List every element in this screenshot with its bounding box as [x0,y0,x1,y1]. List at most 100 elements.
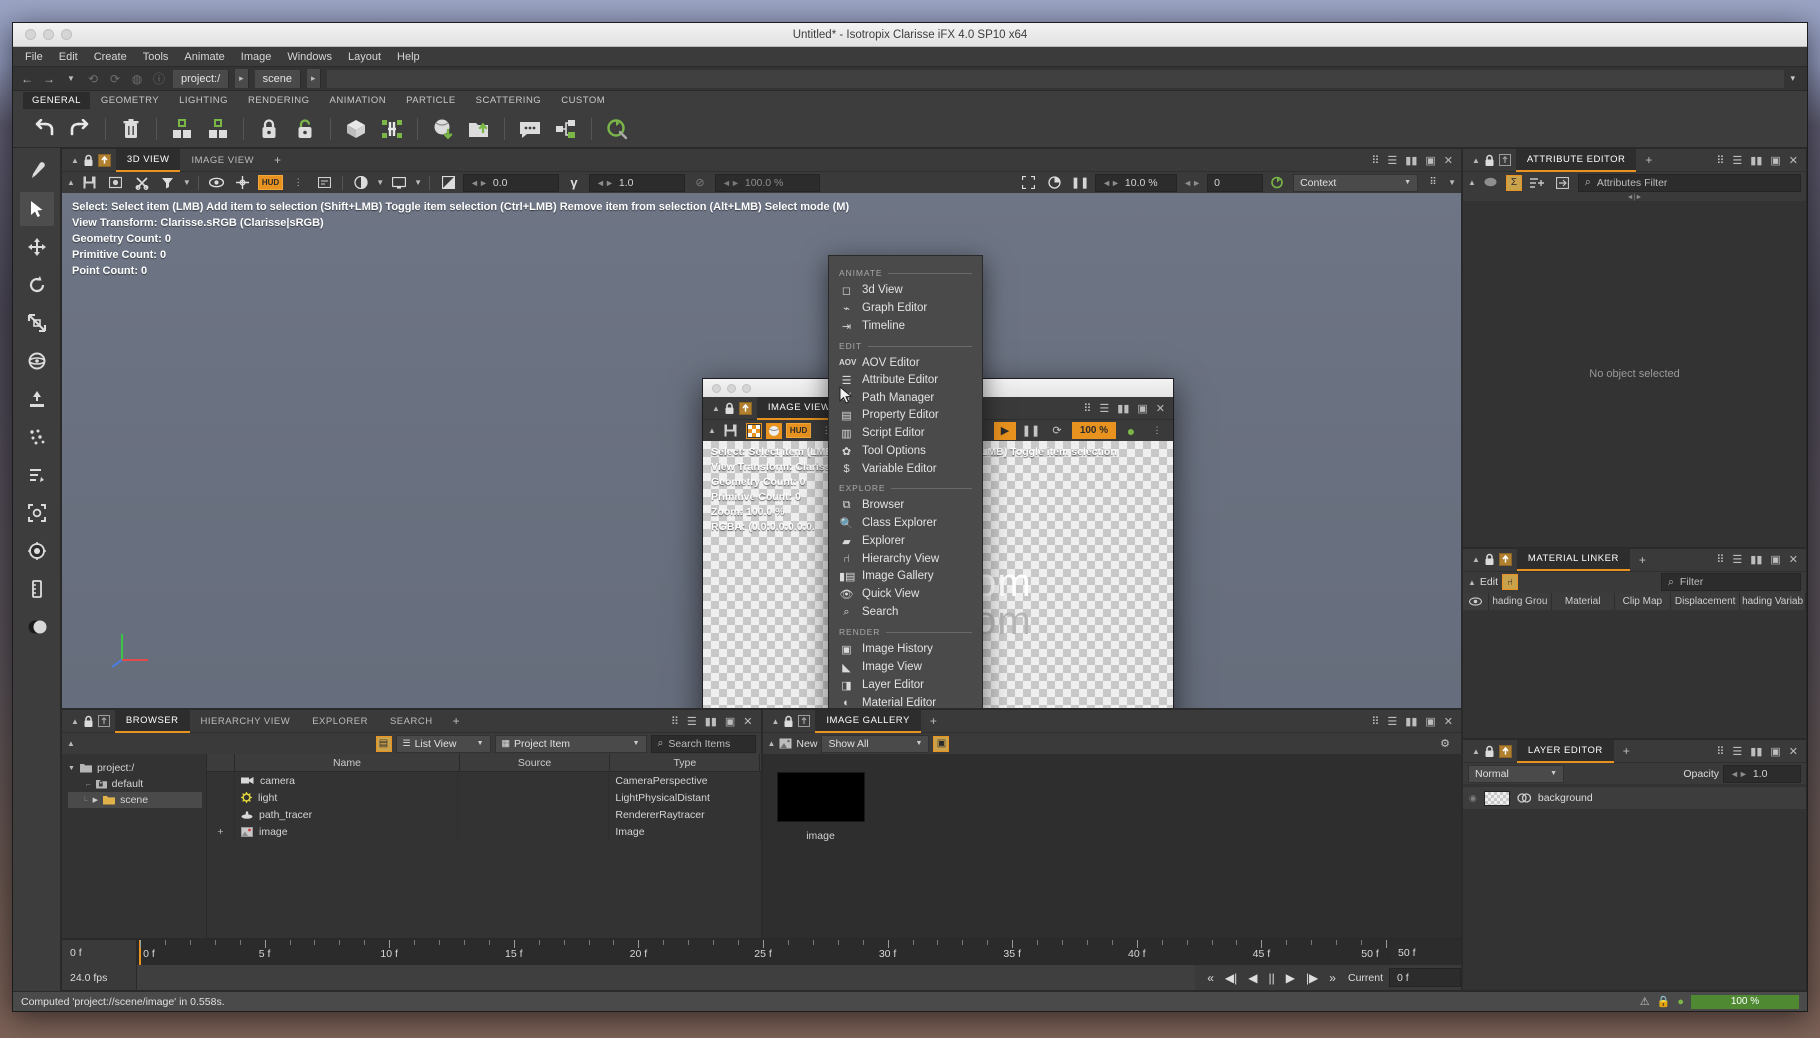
menu-animate[interactable]: Animate [184,51,224,63]
close-panel-icon[interactable]: ✕ [1156,402,1165,415]
lock-icon[interactable] [724,402,735,415]
float-panel-icon[interactable] [1498,154,1511,166]
menu-item-hierarchy-view[interactable]: ⑁ Hierarchy View [829,550,982,567]
maximize-panel-icon[interactable]: ▣ [1425,154,1435,167]
project-tree[interactable]: ▼ project:/ ⌐ default └ ▶ scene [62,754,207,938]
checker-toggle-icon[interactable] [745,422,762,439]
float-toolbar-collapse-icon[interactable]: ▲ [708,426,716,435]
menu-item-layer-editor[interactable]: ◨ Layer Editor [829,676,982,694]
shelf-tab-general[interactable]: GENERAL [23,92,90,109]
play-button[interactable]: ▶ [1286,971,1295,985]
ml-toolbar-collapse-icon[interactable]: ▲ [1468,578,1476,587]
rotate-icon[interactable] [20,268,54,302]
zoom-lock-icon[interactable]: ⊘ [689,174,711,192]
shading-icon[interactable] [350,174,372,192]
snapshot-icon[interactable]: ◍ [129,71,145,87]
add-tab-button[interactable]: + [265,151,291,169]
arrow-select-icon[interactable] [19,192,54,226]
timeline-end-field[interactable]: 50 f [1389,940,1461,966]
menu-file[interactable]: File [25,51,43,63]
scale-icon[interactable] [20,306,54,340]
breadcrumb-scene[interactable]: scene [254,69,302,88]
rows-layout-icon[interactable]: ☰ [1732,553,1742,566]
go-to-end-button[interactable]: » [1329,971,1336,985]
column-header-name[interactable]: Name [235,754,460,771]
scissors-icon[interactable] [131,174,153,192]
list-item[interactable]: ◉ background [1463,787,1806,810]
menu-tools[interactable]: Tools [143,51,169,63]
table-row[interactable]: path_tracer RendererRaytracer [207,806,761,823]
add-tab-button[interactable]: + [1614,742,1640,760]
column-header-material[interactable]: Material [1552,592,1615,610]
browser-context-icon[interactable]: ▤ [375,735,392,752]
add-tab-button[interactable]: + [444,712,470,730]
table-row[interactable]: + image Image [207,823,761,840]
pause-render-icon[interactable]: ❚❚ [1069,174,1091,192]
reset-attribute-icon[interactable] [1552,174,1574,192]
layer-visibility-icon[interactable]: ◉ [1469,793,1477,804]
reference-icon[interactable] [549,114,583,144]
shading-dropdown-icon[interactable]: ▼ [376,178,384,187]
lock-icon[interactable] [1484,745,1495,758]
chevron-right-icon[interactable]: ▶ [93,796,98,804]
slider-handle-icon[interactable]: ◄► [470,178,488,188]
menu-item-quick-view[interactable]: 👁 Quick View [829,585,982,603]
warning-icon[interactable]: ⚠ [1640,995,1650,1008]
menu-create[interactable]: Create [94,51,127,63]
lock-icon[interactable] [1484,553,1495,566]
tab-material-linker[interactable]: MATERIAL LINKER [1516,548,1630,572]
grid-layout-icon[interactable]: ⠿ [1371,154,1379,167]
column-header-source[interactable]: Source [460,754,611,771]
menu-item-material-editor[interactable]: ◐ Material Editor [829,694,982,709]
sum-icon[interactable]: Σ [1505,174,1522,191]
gallery-item[interactable]: image [776,772,865,842]
tree-item-project[interactable]: ▼ project:/ [68,760,206,776]
rows-layout-icon[interactable]: ☰ [687,715,697,728]
columns-layout-icon[interactable]: ▮▮ [1750,154,1762,167]
expand-row-icon[interactable]: + [217,826,223,838]
context-dropdown[interactable]: Context ▼ [1293,173,1419,192]
pause-button[interactable]: || [1268,971,1274,985]
tab-explorer[interactable]: EXPLORER [301,711,379,732]
grid-settings-icon[interactable]: ⠿ [1422,174,1444,192]
float-panel-icon[interactable] [1498,744,1512,758]
hud-toggle-icon[interactable]: HUD [257,175,284,190]
attributes-filter-input[interactable]: ⌕ Attributes Filter [1577,173,1801,192]
hud-options-icon[interactable]: ⋮ [287,174,309,192]
lock-icon[interactable] [783,715,794,728]
shelf-tab-lighting[interactable]: LIGHTING [170,92,237,109]
close-panel-icon[interactable]: ✕ [1789,745,1798,758]
grid-dropdown-icon[interactable]: ▼ [1448,178,1456,187]
panel-collapse-icon[interactable]: ▲ [71,156,79,165]
menu-windows[interactable]: Windows [287,51,332,63]
lock-status-icon[interactable]: 🔒 [1657,995,1671,1008]
rows-layout-icon[interactable]: ☰ [1732,154,1742,167]
column-header-displacement[interactable]: Displacement [1671,592,1741,610]
display-dropdown-icon[interactable]: ▼ [414,178,422,187]
go-to-start-button[interactable]: « [1207,971,1214,985]
color-icon[interactable] [20,610,54,644]
timeline-start-field[interactable]: 0 f [62,940,137,966]
table-row[interactable]: camera CameraPerspective [207,772,761,789]
maximize-panel-icon[interactable]: ▣ [1770,553,1780,566]
gamma-icon[interactable]: γ [563,174,585,192]
opacity-field[interactable]: ◄► 1.0 [1723,764,1801,783]
gallery-content[interactable]: image [762,754,1461,938]
info-icon[interactable]: ⓘ [151,71,167,87]
reload-icon[interactable] [600,114,634,144]
float-pause-icon[interactable]: ❚❚ [1020,422,1042,440]
float-panel-icon[interactable] [798,715,811,727]
float-collapse-icon[interactable]: ▲ [712,404,720,413]
blend-mode-dropdown[interactable]: Normal ▼ [1468,764,1564,783]
render-percent-field[interactable]: ◄► 10.0 % [1095,173,1178,192]
menu-item-class-explorer[interactable]: 🔍 Class Explorer [829,514,982,532]
add-tab-button[interactable]: + [1630,551,1656,569]
float-minimize-button[interactable] [727,383,736,393]
add-attribute-icon[interactable] [1526,174,1548,192]
paint-icon[interactable] [20,420,54,454]
float-panel-icon[interactable] [1498,553,1512,567]
group-icon[interactable] [165,114,199,144]
maximize-panel-icon[interactable]: ▣ [1770,154,1780,167]
region-icon[interactable] [20,496,54,530]
gamma-field[interactable]: ◄► 1.0 [589,173,686,192]
